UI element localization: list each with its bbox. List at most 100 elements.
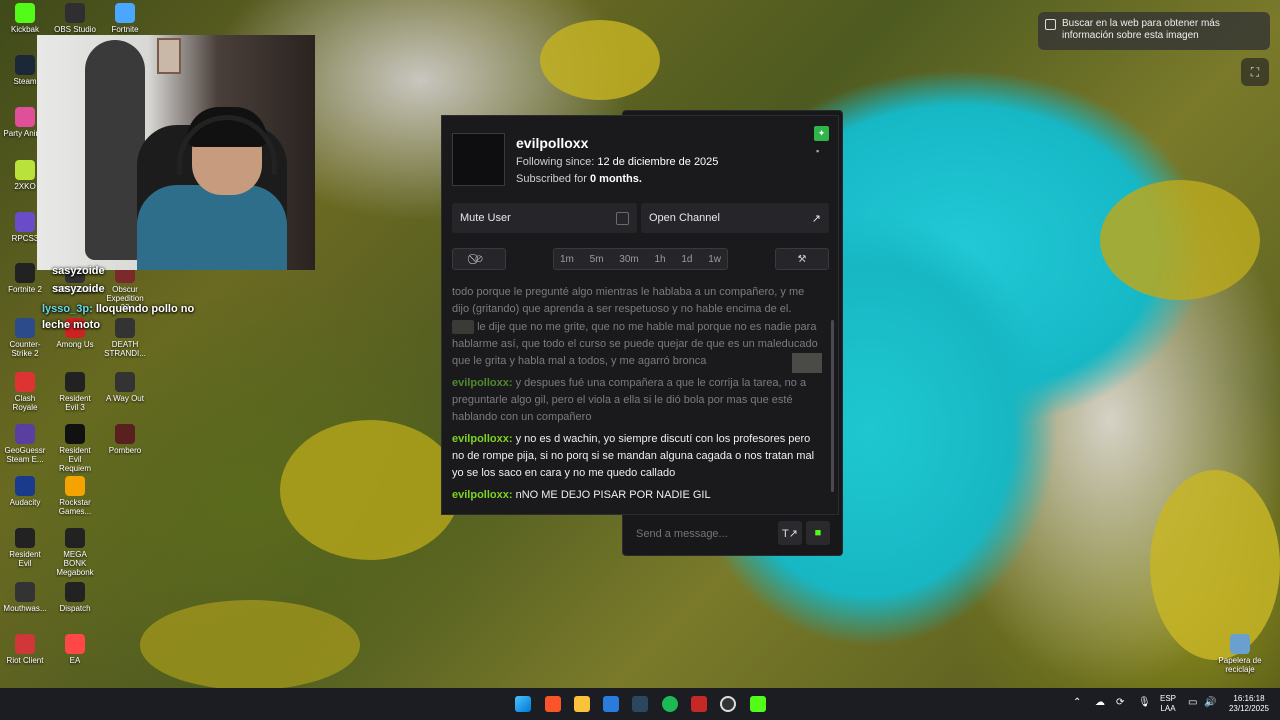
pin-icon[interactable]: ✦ bbox=[814, 126, 829, 141]
ban-icon: ⃠⊘ bbox=[475, 253, 483, 265]
network-icon[interactable]: ▭ bbox=[1188, 698, 1197, 708]
chevron-up-icon[interactable]: ⌃ bbox=[1073, 698, 1081, 708]
desktop-icon[interactable]: Kickbak bbox=[2, 3, 48, 34]
avatar bbox=[452, 133, 505, 186]
volume-icon[interactable]: 🔊 bbox=[1204, 698, 1216, 708]
desktop-icon[interactable]: Mouthwas... bbox=[2, 582, 48, 613]
desktop-icon-label: Fortnite bbox=[111, 25, 139, 34]
desktop-icon[interactable]: EA bbox=[52, 634, 98, 665]
desktop-icon[interactable]: GeoGuessr Steam E... bbox=[2, 424, 48, 464]
foliage bbox=[540, 20, 660, 100]
app-icon bbox=[115, 424, 135, 444]
timeout-1h[interactable]: 1h bbox=[650, 249, 669, 269]
desktop-icon[interactable]: MEGA BONK Megabonk bbox=[52, 528, 98, 577]
translate-icon[interactable]: T↗ bbox=[778, 521, 802, 545]
chat-message-input[interactable] bbox=[630, 521, 770, 547]
webcam-overlay bbox=[37, 35, 315, 270]
overlay-chat-line: sasyzoide bbox=[52, 283, 105, 295]
desktop-icon[interactable]: A Way Out bbox=[102, 372, 148, 403]
open-channel-button[interactable]: Open Channel ↗ bbox=[641, 203, 829, 233]
app-icon bbox=[65, 372, 85, 392]
message: evilpolloxx: y no es d wachin, yo siempr… bbox=[452, 433, 815, 479]
steam-icon[interactable] bbox=[632, 696, 648, 712]
desktop-icon[interactable]: Riot Client bbox=[2, 634, 48, 665]
tray-icon[interactable]: ⟳ bbox=[1116, 698, 1124, 708]
app-icon bbox=[65, 582, 85, 602]
clock[interactable]: 16:16:18 23/12/2025 bbox=[1224, 694, 1274, 714]
foliage bbox=[280, 420, 460, 560]
taskbar: ⌃ ☁ ⟳ 🎙 ESP LAA ▭ 🔊 16:16:18 23/12/2025 bbox=[0, 688, 1280, 720]
app-icon bbox=[15, 634, 35, 654]
desktop-icon-label: Dispatch bbox=[59, 604, 91, 613]
desktop-icon[interactable]: Fortnite bbox=[102, 3, 148, 34]
lens-capture-button[interactable]: ⛶ bbox=[1241, 58, 1269, 86]
app-icon bbox=[115, 3, 135, 23]
desktop-icon-label: Resident Evil Requiem bbox=[58, 446, 91, 473]
webcam-statue bbox=[85, 40, 145, 260]
app-icon bbox=[15, 528, 35, 548]
timeout-30m[interactable]: 30m bbox=[615, 249, 642, 269]
desktop-icon[interactable]: OBS Studio bbox=[52, 3, 98, 34]
message: evilpolloxx: nNO ME DEJO PISAR POR NADIE… bbox=[452, 489, 711, 501]
language-indicator[interactable]: ESP LAA bbox=[1158, 694, 1178, 714]
app-icon bbox=[15, 424, 35, 444]
brave-icon[interactable] bbox=[545, 696, 561, 712]
desktop-icon-label: Mouthwas... bbox=[3, 604, 47, 613]
desktop-icon[interactable]: Clash Royale bbox=[2, 372, 48, 412]
desktop-icon-label: OBS Studio bbox=[54, 25, 96, 34]
mod-hammer-button[interactable]: ⚒ bbox=[775, 248, 829, 270]
desktop-icon[interactable]: Resident Evil 3 bbox=[52, 372, 98, 412]
trash-icon[interactable]: ▪ bbox=[816, 146, 827, 157]
desktop-icon[interactable]: Resident Evil Requiem bbox=[52, 424, 98, 473]
user-card: evilpolloxx Following since: 12 de dicie… bbox=[441, 115, 839, 515]
app-icon bbox=[15, 318, 35, 338]
lens-icon bbox=[1045, 19, 1056, 30]
desktop-icon[interactable]: DEATH STRANDI... bbox=[102, 318, 148, 358]
webcam-person-body bbox=[137, 185, 287, 270]
kick-icon[interactable] bbox=[750, 696, 766, 712]
app-icon[interactable] bbox=[691, 696, 707, 712]
capture-icon: ⛶ bbox=[1250, 64, 1260, 79]
desktop-icon-label: Riot Client bbox=[6, 656, 44, 665]
desktop-icon[interactable]: Audacity bbox=[2, 476, 48, 507]
file-explorer-icon[interactable] bbox=[574, 696, 590, 712]
spotify-icon[interactable] bbox=[662, 696, 678, 712]
windows-start-icon[interactable] bbox=[515, 696, 531, 712]
messages-scrollbar[interactable] bbox=[831, 320, 834, 492]
emote-icon[interactable]: ■ bbox=[806, 521, 830, 545]
message: evilpolloxx: y despues fué una compañera… bbox=[452, 377, 807, 423]
foliage bbox=[140, 600, 360, 690]
bing-icon[interactable] bbox=[603, 696, 619, 712]
timeout-1m[interactable]: 1m bbox=[556, 249, 578, 269]
following-since: Following since: 12 de diciembre de 2025 bbox=[516, 156, 719, 168]
microphone-icon[interactable]: 🎙 bbox=[1138, 698, 1151, 708]
desktop-icon[interactable]: Rockstar Games... bbox=[52, 476, 98, 516]
desktop-icon[interactable]: Papelera de reciclaje bbox=[1217, 634, 1263, 674]
timeout-1w[interactable]: 1w bbox=[704, 249, 725, 269]
app-icon bbox=[15, 582, 35, 602]
message: le dije que no me grite, que no me hable… bbox=[452, 319, 822, 373]
app-icon bbox=[15, 3, 35, 23]
lens-search-tooltip[interactable]: Buscar en la web para obtener más inform… bbox=[1038, 12, 1270, 50]
desktop-icon[interactable]: Resident Evil bbox=[2, 528, 48, 568]
tray-icon[interactable]: ☁ bbox=[1095, 698, 1105, 708]
timeout-5m[interactable]: 5m bbox=[586, 249, 608, 269]
desktop-icon-label: Resident Evil bbox=[9, 550, 41, 568]
desktop-icon[interactable]: Pombero bbox=[102, 424, 148, 455]
ban-button[interactable]: ⃠⊘ bbox=[452, 248, 506, 270]
overlay-chat-line: sasyzoide bbox=[52, 265, 105, 277]
desktop-icon-label: Fortnite 2 bbox=[8, 285, 42, 294]
timeout-1d[interactable]: 1d bbox=[677, 249, 696, 269]
desktop-icon[interactable]: Dispatch bbox=[52, 582, 98, 613]
app-icon bbox=[15, 212, 35, 232]
mute-user-button[interactable]: Mute User bbox=[452, 203, 637, 233]
desktop-icon-label: Audacity bbox=[9, 498, 41, 507]
desktop-icon-label: MEGA BONK Megabonk bbox=[56, 550, 94, 577]
mute-checkbox[interactable] bbox=[616, 211, 629, 225]
overlay-chat-line: leche moto bbox=[42, 319, 101, 331]
emote-image bbox=[792, 353, 822, 373]
desktop-icon-label: EA bbox=[69, 656, 81, 665]
user-messages: todo porque le pregunté algo mientras le… bbox=[442, 284, 832, 516]
foliage bbox=[1150, 470, 1280, 660]
obs-icon[interactable] bbox=[720, 696, 736, 712]
